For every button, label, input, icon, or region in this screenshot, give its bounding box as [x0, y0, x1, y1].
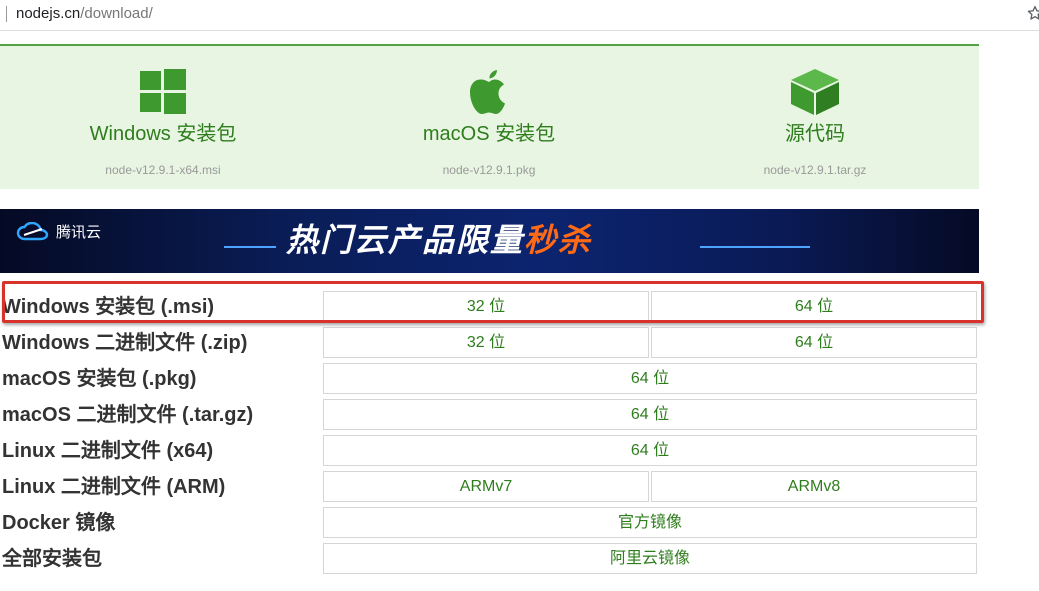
- row-label: macOS 安装包 (.pkg): [2, 368, 197, 390]
- tencent-cloud-logo: 腾讯云: [16, 221, 101, 242]
- download-macos-file: node-v12.9.1.pkg: [442, 163, 536, 177]
- windows-icon: [140, 69, 186, 114]
- row-label: 全部安装包: [2, 548, 102, 570]
- download-panel: Windows 安装包 node-v12.9.1-x64.msi macOS 安…: [0, 44, 979, 189]
- slogan-main: 热门云产品限量: [286, 222, 525, 258]
- row-label: Docker 镜像: [2, 512, 116, 534]
- slogan-highlight: 秒杀: [524, 222, 593, 258]
- macos-tar-64-link[interactable]: 64 位: [323, 399, 977, 430]
- table-row-windows-zip: Windows 二进制文件 (.zip) 32 位 64 位: [0, 325, 979, 361]
- row-label: macOS 二进制文件 (.tar.gz): [2, 404, 254, 426]
- url-text[interactable]: nodejs.cn/download/: [16, 5, 153, 23]
- table-row-macos-pkg: macOS 安装包 (.pkg) 64 位: [0, 361, 979, 397]
- table-row-linux-arm: Linux 二进制文件 (ARM) ARMv7 ARMv8: [0, 469, 979, 505]
- macos-pkg-64-link[interactable]: 64 位: [323, 363, 977, 394]
- bookmark-star-icon[interactable]: [1026, 3, 1039, 23]
- windows-zip-64-link[interactable]: 64 位: [651, 327, 977, 358]
- row-label: Linux 二进制文件 (ARM): [2, 476, 226, 498]
- download-table: Windows 安装包 (.msi) 32 位 64 位 Windows 二进制…: [0, 289, 979, 577]
- text-caret: [6, 6, 7, 22]
- docker-official-link[interactable]: 官方镜像: [323, 507, 977, 538]
- download-macos-label: macOS 安装包: [422, 123, 556, 145]
- row-label: Linux 二进制文件 (x64): [2, 440, 214, 462]
- table-row-macos-tar: macOS 二进制文件 (.tar.gz) 64 位: [0, 397, 979, 433]
- download-source-file: node-v12.9.1.tar.gz: [763, 163, 867, 177]
- download-windows[interactable]: Windows 安装包 node-v12.9.1-x64.msi: [0, 46, 326, 189]
- download-windows-label: Windows 安装包: [89, 123, 237, 145]
- linux-armv7-link[interactable]: ARMv7: [323, 471, 649, 502]
- download-windows-file: node-v12.9.1-x64.msi: [105, 163, 221, 177]
- decor-line-right: [700, 246, 810, 248]
- address-bar[interactable]: nodejs.cn/download/: [0, 0, 1039, 31]
- apple-icon: [470, 70, 505, 114]
- logo-text: 腾讯云: [56, 224, 102, 241]
- highlight-box: [2, 281, 984, 323]
- box-icon: [791, 69, 839, 115]
- linux-armv8-link[interactable]: ARMv8: [651, 471, 977, 502]
- cloud-icon: [16, 221, 49, 240]
- linux-x64-link[interactable]: 64 位: [323, 435, 977, 466]
- url-host: nodejs.cn: [16, 5, 81, 22]
- decor-line-left: [224, 246, 276, 248]
- windows-zip-32-link[interactable]: 32 位: [323, 327, 649, 358]
- table-row-linux-x64: Linux 二进制文件 (x64) 64 位: [0, 433, 979, 469]
- download-source-label: 源代码: [785, 123, 845, 145]
- aliyun-mirror-link[interactable]: 阿里云镜像: [323, 543, 977, 574]
- download-source[interactable]: 源代码 node-v12.9.1.tar.gz: [652, 46, 978, 189]
- row-label: Windows 二进制文件 (.zip): [2, 332, 248, 354]
- download-macos[interactable]: macOS 安装包 node-v12.9.1.pkg: [326, 46, 652, 189]
- banner-slogan: 热门云产品限量秒杀: [286, 221, 592, 259]
- table-row-all: 全部安装包 阿里云镜像: [0, 541, 979, 577]
- url-path: /download/: [80, 5, 153, 22]
- table-row-docker: Docker 镜像 官方镜像: [0, 505, 979, 541]
- ad-banner[interactable]: 腾讯云 热门云产品限量秒杀: [0, 209, 979, 273]
